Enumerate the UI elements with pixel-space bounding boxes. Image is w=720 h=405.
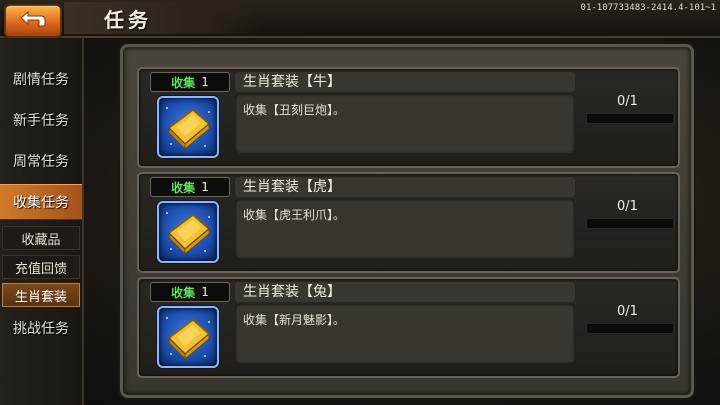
gold-bar-icon[interactable] bbox=[157, 96, 219, 158]
quest-description-box: 收集【虎王利爪】。 bbox=[235, 199, 575, 259]
quest-name: 生肖套装【兔】 bbox=[235, 282, 575, 302]
gold-bar-icon[interactable] bbox=[157, 201, 219, 263]
top-bar: 任务 01-107733483-2414.4-101~1 bbox=[0, 0, 720, 38]
quest-tag-label: 收集 bbox=[171, 285, 196, 300]
quest-name: 生肖套装【牛】 bbox=[235, 72, 575, 92]
quest-tag: 收集 1 bbox=[150, 177, 230, 197]
quest-tag-count: 1 bbox=[201, 75, 209, 89]
quest-progress-bar bbox=[586, 218, 674, 229]
quest-tag: 收集 1 bbox=[150, 72, 230, 92]
quest-panel: 收集 1 生肖套装【牛】 收集【丑刻巨炮】。 0/1 收集 1 生肖套装【虎】 bbox=[120, 44, 694, 398]
title-plate bbox=[64, 2, 264, 34]
back-arrow-icon bbox=[17, 9, 49, 33]
sidebar-item-collect[interactable]: 收集任务 bbox=[0, 184, 82, 220]
quest-tag: 收集 1 bbox=[150, 282, 230, 302]
sidebar-item-weekly[interactable]: 周常任务 bbox=[0, 144, 82, 178]
quest-tag-count: 1 bbox=[201, 180, 209, 194]
quest-progress-bar bbox=[586, 323, 674, 334]
quest-description: 收集【新月魅影】。 bbox=[243, 313, 346, 327]
quest-tag-label: 收集 bbox=[171, 180, 196, 195]
quest-progress-text: 0/1 bbox=[617, 94, 638, 109]
sidebar-item-story[interactable]: 剧情任务 bbox=[0, 62, 82, 96]
quest-progress-bar bbox=[586, 113, 674, 124]
version-label: 01-107733483-2414.4-101~1 bbox=[580, 3, 716, 13]
quest-tag-count: 1 bbox=[201, 285, 209, 299]
sidebar-subitem-recharge[interactable]: 充值回馈 bbox=[2, 255, 80, 279]
quest-name: 生肖套装【虎】 bbox=[235, 177, 575, 197]
back-button[interactable] bbox=[4, 4, 62, 38]
sidebar-item-newbie[interactable]: 新手任务 bbox=[0, 103, 82, 137]
quest-progress-text: 0/1 bbox=[617, 199, 638, 214]
gold-bar-icon[interactable] bbox=[157, 306, 219, 368]
sidebar-subitem-collectibles[interactable]: 收藏品 bbox=[2, 226, 80, 250]
sidebar-subitem-zodiac[interactable]: 生肖套装 bbox=[2, 283, 80, 307]
quest-card[interactable]: 收集 1 生肖套装【虎】 收集【虎王利爪】。 0/1 bbox=[137, 172, 680, 273]
quest-description-box: 收集【新月魅影】。 bbox=[235, 304, 575, 364]
quest-description: 收集【丑刻巨炮】。 bbox=[243, 103, 346, 117]
sidebar: 剧情任务 新手任务 周常任务 收集任务 收藏品 充值回馈 生肖套装 挑战任务 bbox=[0, 38, 84, 405]
quest-description-box: 收集【丑刻巨炮】。 bbox=[235, 94, 575, 154]
quest-progress-text: 0/1 bbox=[617, 304, 638, 319]
sidebar-item-challenge[interactable]: 挑战任务 bbox=[0, 311, 82, 345]
page-title: 任务 bbox=[104, 8, 152, 32]
quest-description: 收集【虎王利爪】。 bbox=[243, 208, 346, 222]
quest-tag-label: 收集 bbox=[171, 75, 196, 90]
quest-card[interactable]: 收集 1 生肖套装【兔】 收集【新月魅影】。 0/1 bbox=[137, 277, 680, 378]
quest-card[interactable]: 收集 1 生肖套装【牛】 收集【丑刻巨炮】。 0/1 bbox=[137, 67, 680, 168]
